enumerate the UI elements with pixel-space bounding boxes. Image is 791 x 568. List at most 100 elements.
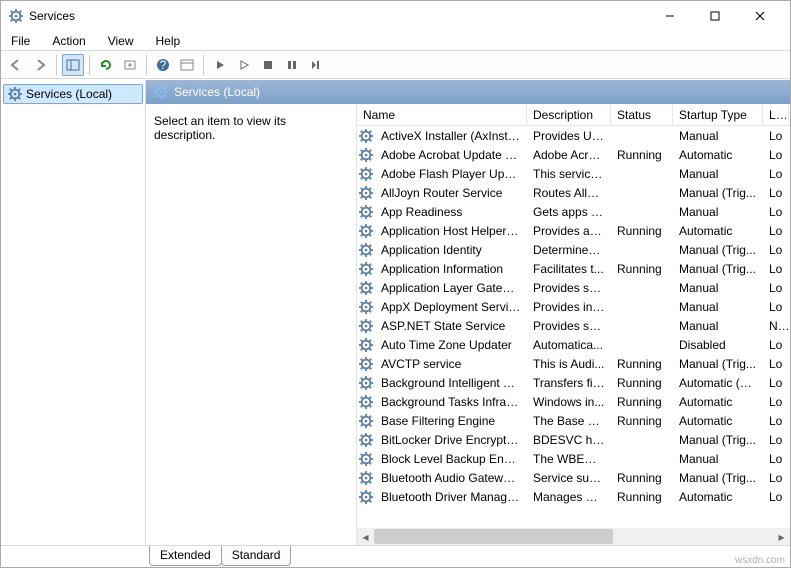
service-row[interactable]: Application InformationFacilitates t...R… — [357, 259, 790, 278]
services-icon — [9, 9, 23, 23]
cell-startup: Manual (Trig... — [673, 432, 763, 448]
gear-icon — [357, 224, 375, 238]
cell-logon: Lo — [763, 204, 789, 220]
cell-description: The Base Fil... — [527, 413, 611, 429]
refresh-button[interactable] — [95, 54, 117, 76]
show-hide-tree-button[interactable] — [62, 54, 84, 76]
service-row[interactable]: Auto Time Zone UpdaterAutomatica...Disab… — [357, 335, 790, 354]
cell-logon: Lo — [763, 242, 789, 258]
tab-standard[interactable]: Standard — [221, 546, 292, 566]
service-row[interactable]: Background Tasks Infrastru...Windows in.… — [357, 392, 790, 411]
cell-logon: Lo — [763, 394, 789, 410]
column-name[interactable]: Name — [357, 105, 527, 125]
menu-view[interactable]: View — [104, 33, 138, 49]
cell-startup: Manual — [673, 204, 763, 220]
cell-logon: Lo — [763, 128, 789, 144]
cell-status: Running — [611, 261, 673, 277]
service-row[interactable]: AppX Deployment Service (...Provides inf… — [357, 297, 790, 316]
column-logon[interactable]: Lo — [763, 105, 789, 125]
gear-icon — [357, 452, 375, 466]
service-row[interactable]: ASP.NET State ServiceProvides su...Manua… — [357, 316, 790, 335]
cell-startup: Manual — [673, 318, 763, 334]
horizontal-scrollbar[interactable]: ◂ ▸ — [357, 528, 790, 545]
pane-header: Services (Local) — [146, 80, 790, 104]
cell-logon: Lo — [763, 432, 789, 448]
service-row[interactable]: BitLocker Drive Encryption ...BDESVC hos… — [357, 430, 790, 449]
service-row[interactable]: Bluetooth Audio Gateway S...Service sup.… — [357, 468, 790, 487]
tree-root-services[interactable]: Services (Local) — [3, 84, 143, 104]
cell-logon: Lo — [763, 223, 789, 239]
pause-service-button[interactable] — [281, 54, 303, 76]
service-row[interactable]: Background Intelligent Tran...Transfers … — [357, 373, 790, 392]
cell-name: Background Intelligent Tran... — [375, 375, 527, 391]
help-button[interactable]: ? — [152, 54, 174, 76]
column-startup-type[interactable]: Startup Type — [673, 105, 763, 125]
cell-status: Running — [611, 356, 673, 372]
cell-startup: Manual — [673, 451, 763, 467]
forward-button[interactable] — [29, 54, 51, 76]
cell-description: Service sup... — [527, 470, 611, 486]
menu-help[interactable]: Help — [152, 33, 185, 49]
stop-service-button[interactable] — [257, 54, 279, 76]
column-description[interactable]: Description — [527, 105, 611, 125]
service-row[interactable]: Adobe Flash Player Update ...This servic… — [357, 164, 790, 183]
gear-icon — [357, 395, 375, 409]
cell-description: Windows in... — [527, 394, 611, 410]
gear-icon — [8, 87, 22, 101]
cell-status — [611, 344, 673, 346]
service-row[interactable]: Block Level Backup Engine ...The WBENG..… — [357, 449, 790, 468]
service-row[interactable]: Bluetooth Driver Managem...Manages BT...… — [357, 487, 790, 506]
properties-button[interactable] — [176, 54, 198, 76]
cell-name: AllJoyn Router Service — [375, 185, 527, 201]
service-row[interactable]: App ReadinessGets apps re...ManualLo — [357, 202, 790, 221]
maximize-button[interactable] — [692, 2, 737, 30]
cell-logon: Lo — [763, 356, 789, 372]
close-button[interactable] — [737, 2, 782, 30]
cell-name: Application Layer Gateway ... — [375, 280, 527, 296]
gear-icon — [154, 85, 168, 99]
tab-extended[interactable]: Extended — [149, 546, 222, 566]
cell-startup: Manual (Trig... — [673, 185, 763, 201]
cell-logon: Lo — [763, 147, 789, 163]
service-row[interactable]: AllJoyn Router ServiceRoutes AllJo... Man… — [357, 183, 790, 202]
cell-logon: Lo — [763, 280, 789, 296]
column-status[interactable]: Status — [611, 105, 673, 125]
cell-description: Gets apps re... — [527, 204, 611, 220]
gear-icon — [357, 148, 375, 162]
cell-logon: Lo — [763, 337, 789, 353]
service-row[interactable]: ActiveX Installer (AxInstSV)Provides Us.… — [357, 126, 790, 145]
gear-icon — [357, 167, 375, 181]
cell-status — [611, 192, 673, 194]
minimize-button[interactable] — [647, 2, 692, 30]
cell-startup: Automatic — [673, 223, 763, 239]
scroll-right-arrow[interactable]: ▸ — [773, 528, 790, 545]
cell-logon: Lo — [763, 413, 789, 429]
gear-icon — [357, 129, 375, 143]
menu-action[interactable]: Action — [48, 33, 89, 49]
gear-icon — [357, 490, 375, 504]
cell-startup: Manual — [673, 166, 763, 182]
start-service-alt-button[interactable] — [233, 54, 255, 76]
service-row[interactable]: Adobe Acrobat Update Serv...Adobe Acro..… — [357, 145, 790, 164]
service-row[interactable]: Application Host Helper Ser...Provides a… — [357, 221, 790, 240]
cell-startup: Automatic — [673, 394, 763, 410]
cell-logon: Lo — [763, 299, 789, 315]
gear-icon — [357, 186, 375, 200]
cell-status — [611, 211, 673, 213]
cell-startup: Manual — [673, 299, 763, 315]
scroll-left-arrow[interactable]: ◂ — [357, 528, 374, 545]
cell-description: Provides Us... — [527, 128, 611, 144]
service-row[interactable]: AVCTP serviceThis is Audi...RunningManua… — [357, 354, 790, 373]
scroll-thumb[interactable] — [374, 529, 613, 544]
service-row[interactable]: Application Layer Gateway ...Provides su… — [357, 278, 790, 297]
cell-description: Routes AllJo... — [527, 185, 611, 201]
start-service-button[interactable] — [209, 54, 231, 76]
cell-name: Auto Time Zone Updater — [375, 337, 527, 353]
cell-status — [611, 325, 673, 327]
export-list-button[interactable] — [119, 54, 141, 76]
restart-service-button[interactable] — [305, 54, 327, 76]
service-row[interactable]: Base Filtering EngineThe Base Fil...Runn… — [357, 411, 790, 430]
menu-file[interactable]: File — [7, 33, 34, 49]
back-button[interactable] — [5, 54, 27, 76]
service-row[interactable]: Application IdentityDetermines ...Manual… — [357, 240, 790, 259]
